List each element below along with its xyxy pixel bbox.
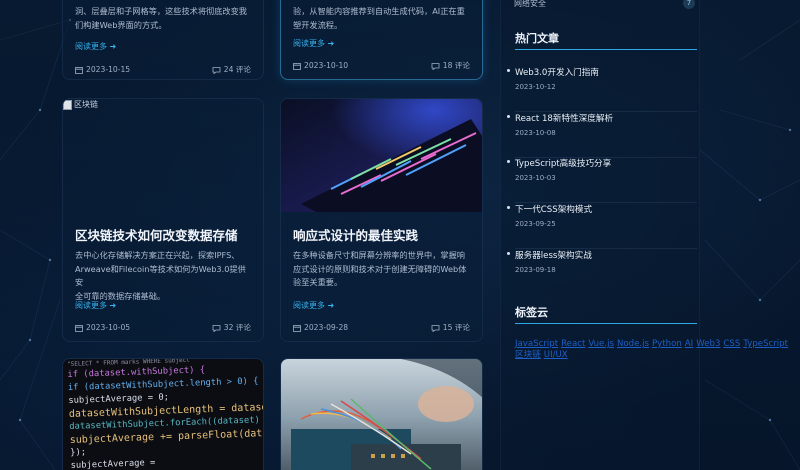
article-title[interactable]: 区块链技术如何改变数据存储: [75, 225, 251, 244]
excerpt-line: 洞、层叠层和子网格等，这些技术将彻底改变我: [75, 6, 247, 16]
article-excerpt: 洞、层叠层和子网格等，这些技术将彻底改变我 们构建Web界面的方式。: [75, 5, 251, 32]
hot-article-title[interactable]: 服务器less架构实战: [515, 249, 592, 261]
circuit-board-image: [281, 359, 482, 470]
post-date: 2023-10-10: [304, 61, 349, 70]
calendar-icon: [293, 324, 301, 332]
code-screenshot-image: "SELECT * FROM marks WHERE subject" if (…: [67, 359, 263, 470]
calendar-icon: [293, 62, 301, 70]
section-divider: [515, 323, 697, 324]
article-card[interactable]: 验，从智能内容推荐到自动生成代码，AI正在重 塑开发流程。 阅读更多 ➜ 202…: [280, 0, 483, 80]
post-date: 2023-10-15: [86, 65, 131, 74]
tag-link[interactable]: UI/UX: [544, 350, 568, 360]
tag-link[interactable]: Vue.js: [588, 339, 614, 349]
post-date: 2023-09-28: [304, 323, 349, 332]
category-item-label[interactable]: 网络安全: [514, 0, 546, 9]
comment-icon: [431, 62, 440, 70]
hot-articles-title: 热门文章: [515, 32, 559, 45]
excerpt-line: 验，从智能内容推荐到自动生成代码，AI正在重: [293, 6, 465, 16]
hot-article-title[interactable]: 下一代CSS架构模式: [515, 203, 592, 215]
bullet-icon: [507, 160, 510, 163]
article-card[interactable]: [280, 358, 483, 470]
excerpt-line: 验至关重要。: [293, 277, 343, 287]
comment-count: 18 评论: [442, 61, 470, 70]
tag-link[interactable]: Python: [652, 339, 682, 349]
tag-cloud: JavaScript React Vue.js Node.js Python AI Web3…: [515, 339, 788, 361]
hot-article-date: 2023-09-18: [515, 266, 556, 274]
comment-icon: [431, 324, 440, 332]
tag-link[interactable]: Node.js: [617, 339, 649, 349]
comment-icon: [212, 324, 221, 332]
tag-cloud-title: 标签云: [515, 306, 548, 319]
comment-count: 32 评论: [223, 323, 251, 332]
tag-link[interactable]: Web3: [696, 339, 720, 349]
bullet-icon: [507, 115, 510, 118]
article-thumbnail[interactable]: [281, 99, 482, 212]
article-thumbnail[interactable]: [281, 359, 482, 470]
excerpt-line: 们构建Web界面的方式。: [75, 19, 167, 30]
hot-article-item[interactable]: 服务器less架构实战 2023-09-18: [507, 249, 697, 295]
tag-link[interactable]: 区块链: [515, 350, 541, 360]
article-meta: 2023-10-05 32 评论: [75, 322, 251, 333]
article-excerpt: 验，从智能内容推荐到自动生成代码，AI正在重 塑开发流程。: [293, 5, 470, 32]
article-excerpt: 在多种设备尺寸和屏幕分辨率的世界中，掌握响 应式设计的原则和技术对于创建无障碍的…: [293, 249, 470, 290]
excerpt-line: 塑开发流程。: [293, 19, 343, 30]
laptop-code-image: [281, 99, 482, 212]
hot-article-item[interactable]: React 18新特性深度解析 2023-10-08: [507, 112, 697, 158]
article-title[interactable]: 响应式设计的最佳实践: [293, 225, 470, 244]
hot-article-date: 2023-10-08: [515, 129, 556, 137]
read-more-link[interactable]: 阅读更多 ➜: [293, 38, 334, 49]
article-card[interactable]: 响应式设计的最佳实践 在多种设备尺寸和屏幕分辨率的世界中，掌握响 应式设计的原则…: [280, 98, 483, 342]
section-divider: [515, 49, 697, 50]
bullet-icon: [507, 69, 510, 72]
article-meta: 2023-10-15 24 评论: [75, 64, 251, 75]
calendar-icon: [75, 66, 83, 74]
hot-article-date: 2023-10-12: [515, 83, 556, 91]
calendar-icon: [75, 324, 83, 332]
article-excerpt: 去中心化存储解决方案正在兴起，探索IPFS、 Arweave和Filecoin等…: [75, 249, 251, 303]
hot-article-title[interactable]: React 18新特性深度解析: [515, 112, 613, 124]
article-card[interactable]: "SELECT * FROM marks WHERE subject" if (…: [62, 358, 264, 470]
comment-icon: [212, 66, 221, 74]
hot-article-item[interactable]: Web3.0开发入门指南 2023-10-12: [507, 66, 697, 112]
tag-link[interactable]: TypeScript: [743, 339, 788, 349]
sidebar: 热门文章 Web3.0开发入门指南 2023-10-12 React 18新特性…: [500, 0, 788, 470]
article-thumbnail[interactable]: "SELECT * FROM marks WHERE subject" if (…: [63, 359, 263, 470]
tag-link[interactable]: React: [561, 339, 585, 349]
hot-article-item[interactable]: 下一代CSS架构模式 2023-09-25: [507, 203, 697, 249]
bullet-icon: [507, 206, 510, 209]
tag-link[interactable]: AI: [685, 339, 693, 349]
excerpt-line: 去中心化存储解决方案正在兴起，探索IPFS、: [75, 250, 240, 260]
hot-article-date: 2023-10-03: [515, 174, 556, 182]
article-card[interactable]: 洞、层叠层和子网格等，这些技术将彻底改变我 们构建Web界面的方式。 阅读更多 …: [62, 0, 264, 80]
excerpt-line: Arweave和Filecoin等技术如何为Web3.0提供安: [75, 263, 246, 288]
article-thumbnail[interactable]: 区块链: [63, 99, 263, 212]
image-alt-text: 区块链: [74, 100, 98, 109]
hot-article-title[interactable]: Web3.0开发入门指南: [515, 66, 599, 78]
hot-article-item[interactable]: TypeScript高级技巧分享 2023-10-03: [507, 157, 697, 203]
read-more-link[interactable]: 阅读更多 ➜: [75, 41, 116, 52]
hot-article-date: 2023-09-25: [515, 220, 556, 228]
comment-count: 24 评论: [223, 65, 251, 74]
bullet-icon: [507, 252, 510, 255]
excerpt-line: 在多种设备尺寸和屏幕分辨率的世界中，掌握响: [293, 250, 465, 260]
article-meta: 2023-10-10 18 评论: [293, 60, 470, 71]
article-card[interactable]: 区块链 区块链技术如何改变数据存储 去中心化存储解决方案正在兴起，探索IPFS、…: [62, 98, 264, 342]
article-meta: 2023-09-28 15 评论: [293, 322, 470, 333]
read-more-link[interactable]: 阅读更多 ➜: [75, 300, 116, 311]
comment-count: 15 评论: [442, 323, 470, 332]
post-date: 2023-10-05: [86, 323, 131, 332]
broken-image-icon: 区块链: [63, 99, 98, 110]
tag-link[interactable]: JavaScript: [515, 339, 558, 349]
hot-article-title[interactable]: TypeScript高级技巧分享: [515, 157, 611, 169]
tag-link[interactable]: CSS: [723, 339, 740, 349]
excerpt-line: 应式设计的原则和技术对于创建无障碍的Web体: [293, 263, 467, 274]
read-more-link[interactable]: 阅读更多 ➜: [293, 300, 334, 311]
